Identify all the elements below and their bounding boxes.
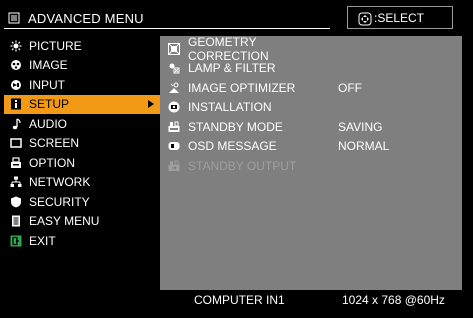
image-icon (10, 59, 22, 71)
menu-item-label: SETUP (29, 97, 70, 112)
input-source: COMPUTER IN1 (194, 293, 285, 307)
easy-menu-icon (10, 215, 22, 227)
submenu-item-label: INSTALLATION (188, 100, 272, 114)
picture-icon (10, 40, 22, 52)
setup-submenu-panel: GEOMETRY CORRECTION LAMP & FILTER IMAGE OP… (160, 35, 462, 310)
menu-item-screen[interactable]: SCREEN (0, 134, 158, 154)
menu-item-setup[interactable]: SETUP (4, 94, 160, 114)
menu-item-label: NETWORK (29, 175, 91, 190)
submenu-item-osd-message[interactable]: OSD MESSAGE NORMAL (168, 137, 448, 156)
menu-item-image[interactable]: IMAGE (0, 56, 158, 76)
menu-item-audio[interactable]: AUDIO (0, 114, 158, 134)
submenu-item-label: OSD MESSAGE (188, 139, 277, 153)
title-divider (4, 28, 330, 29)
menu-list-icon (8, 12, 20, 24)
menu-item-label: EXIT (29, 233, 56, 248)
select-button[interactable]: :SELECT (347, 6, 453, 29)
menu-item-input[interactable]: INPUT (0, 75, 158, 95)
menu-item-label: SECURITY (29, 194, 90, 209)
menu-item-network[interactable]: NETWORK (0, 173, 158, 193)
menu-item-label: IMAGE (29, 58, 68, 73)
standby-mode-icon (168, 121, 180, 133)
menu-item-picture[interactable]: PICTURE (0, 36, 158, 56)
select-label: :SELECT (374, 10, 425, 25)
option-icon (10, 157, 22, 169)
submenu-arrow-icon (148, 99, 154, 108)
submenu-item-image-optimizer[interactable]: IMAGE OPTIMIZER OFF (168, 78, 448, 97)
menu-item-label: AUDIO (29, 116, 68, 131)
submenu-item-value: SAVING (338, 119, 383, 134)
menu-header: ADVANCED MENU :SELECT (0, 0, 473, 36)
menu-item-easy-menu[interactable]: EASY MENU (0, 212, 158, 232)
submenu-item-lamp-filter[interactable]: LAMP & FILTER (168, 59, 448, 78)
submenu-item-installation[interactable]: INSTALLATION (168, 98, 448, 117)
select-icon (358, 12, 372, 25)
title-bar: ADVANCED MENU (8, 8, 144, 28)
menu-item-label: INPUT (29, 77, 65, 92)
menu-item-security[interactable]: SECURITY (0, 192, 158, 212)
submenu-item-label: LAMP & FILTER (188, 61, 276, 75)
geometry-icon (168, 42, 180, 55)
security-icon (10, 196, 22, 208)
menu-item-option[interactable]: OPTION (0, 153, 158, 173)
audio-icon (10, 118, 22, 130)
standby-output-icon (168, 160, 180, 172)
exit-icon (10, 235, 22, 247)
installation-icon (168, 101, 180, 113)
submenu-item-standby-mode[interactable]: STANDBY MODE SAVING (168, 117, 448, 136)
osd-message-icon (168, 140, 180, 152)
lamp-filter-icon (168, 62, 180, 74)
submenu-item-geometry-correction[interactable]: GEOMETRY CORRECTION (168, 35, 448, 63)
submenu-item-value: OFF (338, 80, 362, 95)
osd-frame: ADVANCED MENU :SELECT PICTURE IMAGE INPUT S… (0, 0, 473, 318)
submenu-item-label: STANDBY OUTPUT (188, 158, 297, 173)
submenu-item-value: NORMAL (338, 139, 390, 153)
status-bar: COMPUTER IN1 1024 x 768 @60Hz (160, 290, 462, 310)
submenu-item-label: STANDBY MODE (188, 119, 283, 134)
network-icon (10, 176, 22, 188)
menu-item-label: PICTURE (29, 38, 82, 53)
main-menu: PICTURE IMAGE INPUT SETUP AUDIO SCREEN OPTION N… (0, 36, 160, 251)
image-optimizer-icon (168, 82, 180, 94)
input-icon (10, 79, 22, 91)
screen-icon (10, 137, 22, 149)
menu-item-exit[interactable]: EXIT (0, 231, 158, 251)
setup-icon (10, 98, 22, 110)
menu-item-label: OPTION (29, 155, 76, 170)
menu-item-label: EASY MENU (29, 214, 100, 229)
submenu-item-label: IMAGE OPTIMIZER (188, 80, 296, 95)
signal-resolution: 1024 x 768 @60Hz (342, 293, 445, 307)
submenu-item-standby-output: STANDBY OUTPUT (168, 156, 448, 175)
menu-title: ADVANCED MENU (28, 10, 144, 26)
menu-item-label: SCREEN (29, 136, 80, 151)
